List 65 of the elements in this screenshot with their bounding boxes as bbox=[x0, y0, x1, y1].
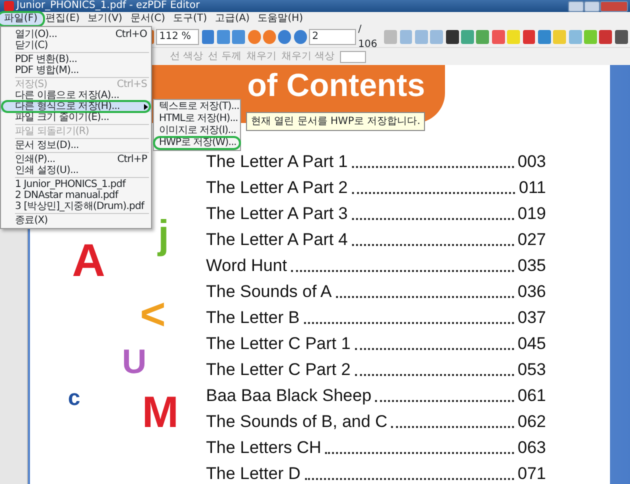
toc-title: The Sounds of A bbox=[206, 281, 332, 303]
toc-page: 019 bbox=[518, 203, 546, 225]
decorative-letter: c bbox=[68, 387, 80, 409]
menu-item[interactable]: 2 DNAstar manual.pdf bbox=[1, 190, 151, 201]
width-field[interactable] bbox=[340, 50, 366, 62]
decorative-letter: M bbox=[142, 391, 179, 435]
decorative-letter: U bbox=[122, 345, 147, 379]
toc-title: The Letter B bbox=[206, 307, 300, 329]
close-button[interactable] bbox=[600, 0, 628, 12]
menu-item[interactable]: 파일(F) bbox=[0, 12, 42, 26]
toc-page: 037 bbox=[518, 307, 546, 329]
app-icon bbox=[4, 1, 14, 11]
zoom-field[interactable]: 112 % bbox=[156, 28, 200, 44]
menu-item[interactable]: HWP로 저장(W)... bbox=[154, 137, 240, 149]
menu-item[interactable]: 보기(V) bbox=[84, 12, 126, 26]
toc-title: The Letter C Part 2 bbox=[206, 359, 351, 381]
toc-page: 045 bbox=[518, 333, 546, 355]
toc-page: 053 bbox=[518, 359, 546, 381]
toc-title: The Letter C Part 1 bbox=[206, 333, 351, 355]
submenu-arrow-icon bbox=[144, 104, 148, 110]
menu-item[interactable]: 3 [박상민]_지중해(Drum).pdf bbox=[1, 201, 151, 212]
toc-title: The Letter A Part 2 bbox=[206, 177, 348, 199]
toc-page: 036 bbox=[518, 281, 546, 303]
menu-item[interactable]: 문서 정보(D)... bbox=[1, 140, 151, 151]
toc-title: The Letter A Part 3 bbox=[206, 203, 348, 225]
toc-title: The Sounds of B, and C bbox=[206, 411, 388, 433]
decorative-letter: j bbox=[158, 215, 170, 255]
menu-item[interactable]: 인쇄(P)... Ctrl+P bbox=[1, 154, 151, 165]
menu-item[interactable]: 이미지로 저장(I)... bbox=[154, 125, 240, 137]
toc-title: Baa Baa Black Sheep bbox=[206, 385, 372, 407]
toc-page: 011 bbox=[518, 177, 546, 199]
maximize-button[interactable] bbox=[584, 0, 600, 12]
menu-item[interactable]: 인쇄 설정(U)... bbox=[1, 165, 151, 176]
tooltip: 현재 열린 문서를 HWP로 저장합니다. bbox=[246, 112, 426, 131]
page-total: / 106 bbox=[358, 22, 378, 52]
toc-title: The Letter A Part 4 bbox=[206, 229, 348, 251]
menu-item[interactable]: 텍스트로 저장(T)... bbox=[154, 101, 240, 113]
toc-page: 003 bbox=[518, 151, 546, 173]
toc-title: The Letter A Part 1 bbox=[206, 151, 348, 173]
toc-title: The Letter D bbox=[206, 463, 300, 484]
menu-item[interactable]: 종료(X) bbox=[1, 215, 151, 226]
toc-page: 062 bbox=[518, 411, 546, 433]
menu-item[interactable]: 고급(A) bbox=[211, 12, 254, 26]
menu-item[interactable]: PDF 변환(B)... bbox=[1, 54, 151, 65]
page-field[interactable]: 2 bbox=[309, 28, 356, 44]
toc-title: The Letters CH bbox=[206, 437, 322, 459]
menu-item[interactable]: 도구(T) bbox=[169, 12, 212, 26]
menu-item[interactable]: 열기(O)... Ctrl+O bbox=[1, 29, 151, 40]
toc-page: 063 bbox=[518, 437, 546, 459]
menu-item[interactable]: 문서(C) bbox=[126, 12, 170, 26]
menu-item[interactable]: HTML로 저장(H)... bbox=[154, 113, 240, 125]
menu-item[interactable]: 닫기(C) bbox=[1, 40, 151, 51]
menu-item[interactable]: 도움말(H) bbox=[254, 12, 308, 26]
toc-page: 035 bbox=[518, 255, 546, 277]
toc-page: 027 bbox=[518, 229, 546, 251]
toc-page: 061 bbox=[518, 385, 546, 407]
menu-item[interactable]: 1 Junior_PHONICS_1.pdf bbox=[1, 179, 151, 190]
toc-title: Word Hunt bbox=[206, 255, 287, 277]
minimize-button[interactable] bbox=[568, 0, 584, 12]
window-title: Junior_PHONICS_1.pdf - ezPDF Editor bbox=[16, 0, 201, 13]
decorative-letter: < bbox=[140, 293, 166, 337]
menu-item[interactable]: 다른 형식으로 저장(H)... bbox=[1, 101, 151, 112]
decorative-letter: A bbox=[72, 237, 106, 283]
toc-page: 071 bbox=[518, 463, 546, 484]
menu-item[interactable]: 편집(E) bbox=[42, 12, 84, 26]
